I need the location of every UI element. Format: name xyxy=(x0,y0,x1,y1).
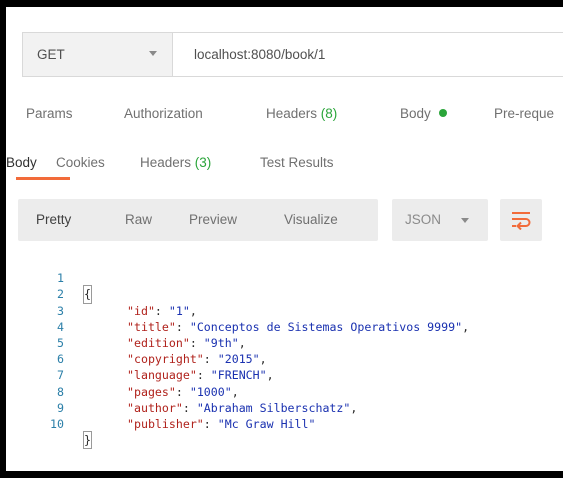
method-label: GET xyxy=(37,47,65,62)
tab-label: Params xyxy=(26,106,73,121)
code-line: 4 "edition": "9th", xyxy=(6,303,563,350)
tab-params[interactable]: Params xyxy=(26,106,73,121)
format-label: JSON xyxy=(405,212,442,227)
headers-count: (8) xyxy=(320,106,338,121)
line-number: 10 xyxy=(50,416,64,431)
tab-label: Authorization xyxy=(124,106,203,121)
view-preview-button[interactable]: Preview xyxy=(189,212,237,227)
tab-authorization[interactable]: Authorization xyxy=(124,106,203,121)
request-tabs: Params Authorization Headers (8) Body Pr… xyxy=(26,106,563,128)
tab-response-body[interactable]: Body xyxy=(6,155,37,170)
chevron-down-icon xyxy=(149,51,157,56)
code-line: 7 "pages": "1000", xyxy=(6,351,563,398)
method-select[interactable]: GET xyxy=(23,33,173,76)
wrap-lines-icon xyxy=(512,212,531,230)
tab-label: Body xyxy=(400,106,431,121)
tab-label: Body xyxy=(6,155,37,170)
response-body-viewer[interactable]: 1 { 2 "id": "1", 3 "title": "Conceptos d… xyxy=(6,254,563,450)
code-line: 5 "copyright": "2015", xyxy=(6,319,563,366)
format-select[interactable]: JSON xyxy=(392,199,488,241)
code-line: 10 } xyxy=(6,400,563,450)
view-visualize-button[interactable]: Visualize xyxy=(284,212,338,227)
tab-label: Pre-reque xyxy=(494,106,555,121)
view-mode-toolbar: Pretty Raw Preview Visualize xyxy=(18,199,378,241)
active-tab-indicator xyxy=(16,177,70,180)
view-pretty-button[interactable]: Pretty xyxy=(36,212,71,227)
tab-test-results[interactable]: Test Results xyxy=(260,155,334,170)
tab-body[interactable]: Body xyxy=(400,106,447,121)
view-raw-button[interactable]: Raw xyxy=(125,212,152,227)
tab-pre-request[interactable]: Pre-reque xyxy=(494,106,554,121)
json-key: "publisher" xyxy=(127,416,204,431)
tab-label: Headers xyxy=(140,155,192,170)
tab-cookies[interactable]: Cookies xyxy=(56,155,105,170)
close-brace: } xyxy=(83,431,92,450)
code-line: 2 "id": "1", xyxy=(6,270,563,317)
body-indicator-dot xyxy=(438,109,447,117)
code-line: 9 "publisher": "Mc Graw Hill" xyxy=(6,384,563,431)
chevron-down-icon xyxy=(461,218,469,223)
code-line: 6 "language": "FRENCH", xyxy=(6,335,563,382)
tab-label: Headers xyxy=(266,106,318,121)
code-line: 8 "author": "Abraham Silberschatz", xyxy=(6,367,563,415)
headers-count: (3) xyxy=(194,155,212,170)
request-bar: GET localhost:8080/book/1 xyxy=(22,32,563,77)
tab-label: Test Results xyxy=(260,155,334,170)
url-input[interactable]: localhost:8080/book/1 xyxy=(173,47,325,62)
tab-response-headers[interactable]: Headers (3) xyxy=(140,155,211,170)
tab-headers[interactable]: Headers (8) xyxy=(266,106,337,121)
wrap-line-button[interactable] xyxy=(500,199,542,241)
code-line: 3 "title": "Conceptos de Sistemas Operat… xyxy=(6,286,563,334)
response-tabs: Body Cookies Headers (3) Test Results xyxy=(6,150,563,184)
postman-window: GET localhost:8080/book/1 Params Authori… xyxy=(6,7,563,471)
json-value: "Mc Graw Hill" xyxy=(217,416,316,431)
tab-label: Cookies xyxy=(56,155,105,170)
code-line: 1 { xyxy=(6,254,563,304)
